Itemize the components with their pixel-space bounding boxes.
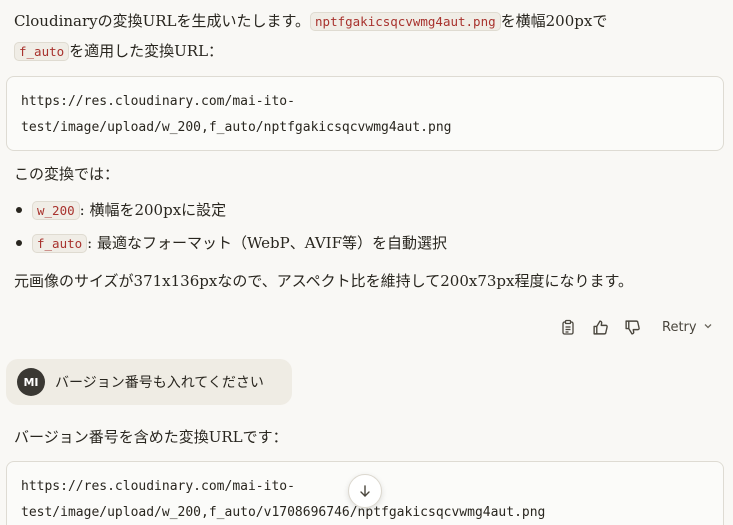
code-line: test/image/upload/w_200,f_auto/v17086967… [21,505,546,520]
code-line: https://res.cloudinary.com/mai-ito- [21,94,295,109]
assistant-intro-2: バージョン番号を含めた変換URLです： [14,428,288,446]
transform-heading: この変換では： [14,165,120,183]
intro-line-2-suffix: を適用した変換URL： [69,42,224,60]
arrow-down-icon [360,485,370,497]
retry-label: Retry [662,319,697,335]
thumbs-down-icon[interactable] [622,317,642,337]
f-auto-code: f_auto [32,234,88,253]
user-message-text: バージョン番号も入れてください [55,375,264,391]
clipboard-icon[interactable] [558,317,578,337]
intro-line-2: f_auto を適用した変換URL： [14,38,223,65]
list-item-text: : 横幅を200pxに設定 [79,201,227,219]
list-item: w_200: 横幅を200pxに設定 [14,197,226,224]
list-item-text: : 最適なフォーマット（WebP、AVIF等）を自動選択 [87,234,447,252]
intro-prefix: Cloudinaryの変換URLを生成いたします。 [14,12,311,30]
w-200-code: w_200 [32,201,80,220]
summary-text: 元画像のサイズが371x136pxなので、アスペクト比を維持して200x73px… [14,272,633,290]
code-block-url-1[interactable]: https://res.cloudinary.com/mai-ito- test… [6,76,724,151]
intro-suffix: を横幅200pxで [500,12,608,30]
avatar: MI [17,368,45,396]
bullet-dot [16,240,22,246]
message-actions: Retry [558,314,713,340]
list-item: f_auto: 最適なフォーマット（WebP、AVIF等）を自動選択 [14,230,447,257]
retry-button[interactable]: Retry [662,320,713,335]
filename-code: nptfgakicsqcvwmg4aut.png [310,12,501,31]
chevron-down-icon [703,320,713,335]
f-auto-code: f_auto [14,42,70,61]
code-line: test/image/upload/w_200,f_auto/nptfgakic… [21,120,452,135]
bullet-dot [16,207,22,213]
code-line: https://res.cloudinary.com/mai-ito- [21,479,295,494]
thumbs-up-icon[interactable] [590,317,610,337]
chat-conversation: Cloudinaryの変換URLを生成いたします。 nptfgakicsqcvwm… [0,0,733,525]
user-message: MI バージョン番号も入れてください [6,359,292,405]
intro-line-1: Cloudinaryの変換URLを生成いたします。 nptfgakicsqcvwm… [14,8,607,35]
scroll-to-bottom-button[interactable] [348,474,382,508]
